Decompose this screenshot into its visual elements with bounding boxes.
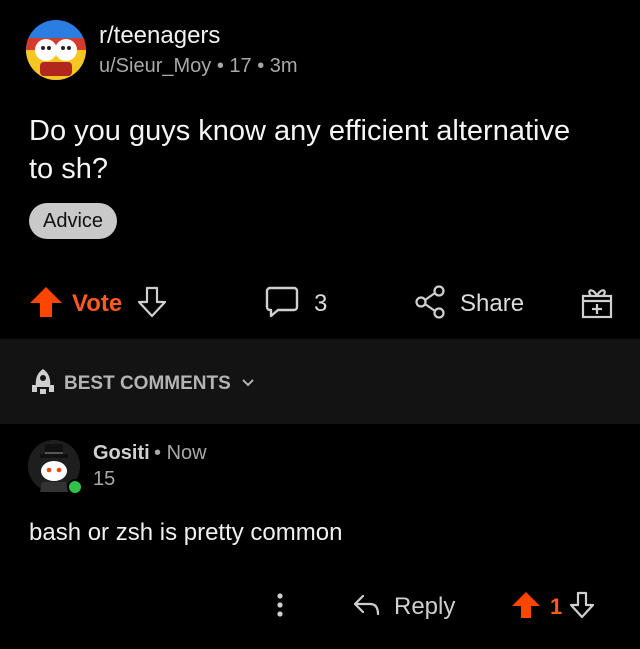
post-header: r/teenagers u/Sieur_Moy • 17 • 3m: [26, 18, 626, 82]
post-action-bar: Vote 3 Share: [0, 278, 640, 330]
sort-icon: [30, 367, 56, 400]
sort-label: BEST COMMENTS: [64, 372, 231, 394]
comment-meta: • Now: [154, 442, 207, 465]
commenter-flair: 15: [93, 468, 116, 490]
award-icon: [580, 284, 614, 325]
comments-section-header: BEST COMMENTS: [0, 339, 640, 424]
post-author[interactable]: u/Sieur_Moy: [99, 55, 211, 77]
author-flair: 17: [229, 55, 252, 77]
comments-button[interactable]: 3: [264, 278, 327, 330]
upvote-icon[interactable]: [510, 590, 542, 625]
post-age: 3m: [269, 55, 298, 77]
comment-score: 1: [550, 594, 563, 619]
online-indicator: [67, 479, 83, 495]
downvote-icon[interactable]: [568, 590, 596, 625]
more-button[interactable]: [270, 584, 290, 630]
reply-label: Reply: [394, 593, 456, 620]
comment-count: 3: [314, 290, 328, 317]
share-icon: [414, 284, 448, 325]
more-icon: [270, 590, 290, 625]
chevron-down-icon: [241, 375, 255, 393]
post-meta: u/Sieur_Moy • 17 • 3m: [99, 55, 298, 78]
post-flair[interactable]: Advice: [29, 203, 118, 239]
comment-sort-button[interactable]: BEST COMMENTS: [30, 367, 255, 400]
subreddit-name[interactable]: r/teenagers: [99, 22, 220, 50]
vote-label: Vote: [72, 290, 123, 317]
commenter-avatar[interactable]: [28, 440, 83, 495]
comment-icon: [264, 284, 300, 325]
comment-body: bash or zsh is pretty common: [29, 519, 343, 546]
vote-group: Vote: [28, 278, 168, 330]
comment-age: Now: [166, 442, 207, 464]
meta-separator: •: [216, 55, 230, 77]
share-button[interactable]: Share: [414, 278, 524, 330]
subreddit-avatar[interactable]: [26, 20, 86, 80]
comment-author[interactable]: Gositi: [93, 442, 150, 465]
post-title[interactable]: Do you guys know any efficient alternati…: [29, 112, 589, 188]
award-button[interactable]: [580, 278, 614, 330]
comment-vote-group: 1: [510, 584, 596, 630]
comment-action-bar: Reply 1: [0, 584, 640, 630]
meta-separator: •: [257, 55, 270, 77]
meta-separator: •: [154, 442, 167, 464]
downvote-icon[interactable]: [136, 285, 168, 324]
upvote-icon[interactable]: [28, 285, 64, 324]
reply-button[interactable]: Reply: [352, 584, 455, 630]
share-label: Share: [460, 290, 525, 317]
reply-icon: [352, 592, 380, 623]
